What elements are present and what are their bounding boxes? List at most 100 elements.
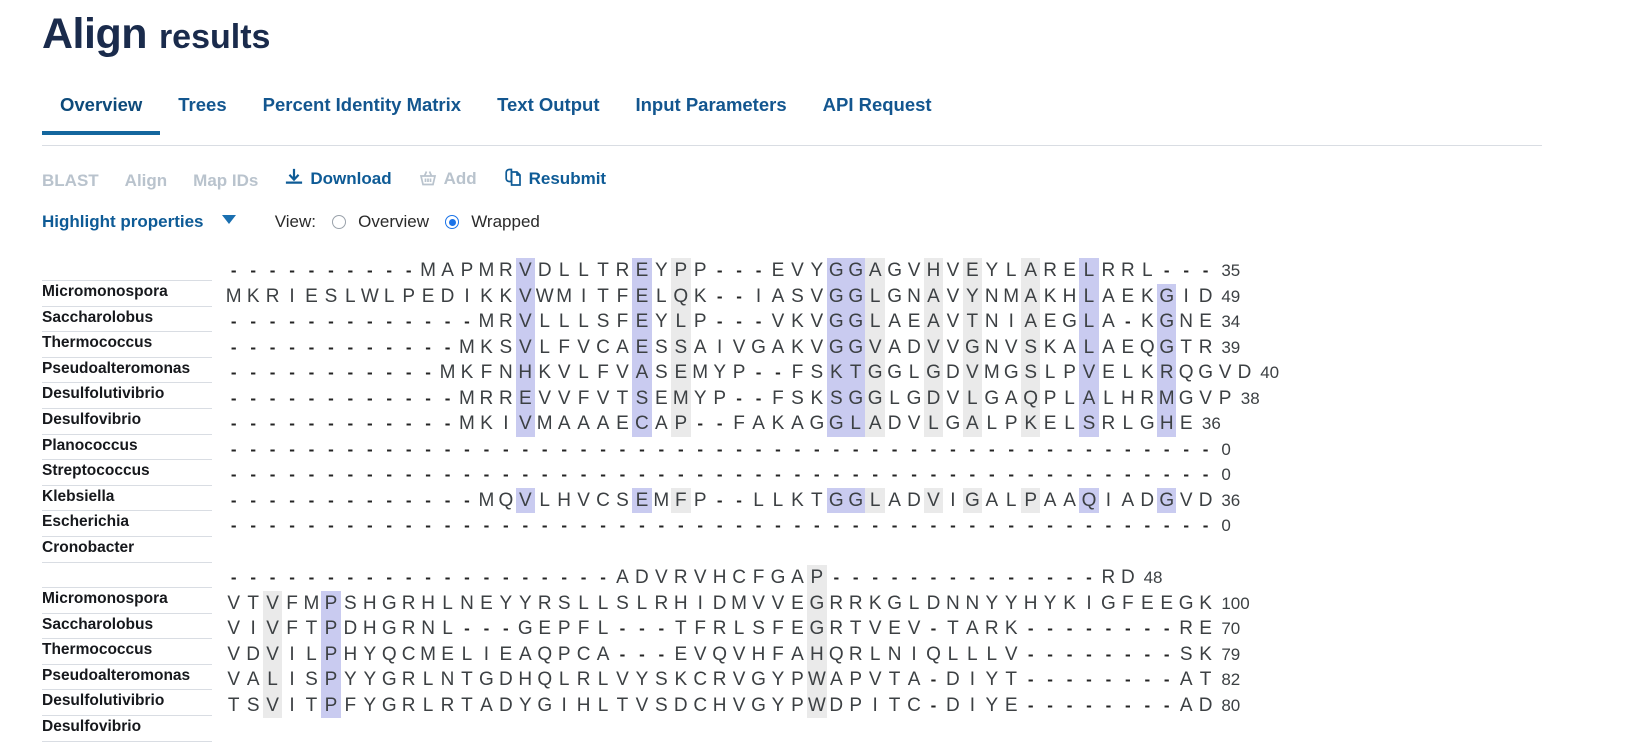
residue: -: [1105, 695, 1112, 715]
organism-label[interactable]: Desulfovibrio: [42, 409, 212, 435]
residue: A: [888, 336, 901, 358]
residue: Y: [713, 362, 726, 383]
residue: -: [230, 363, 237, 382]
sequence-row: -------------MQVLHVCSEMFP--LLKTGGLADVIGA…: [224, 487, 1279, 513]
residue: W: [360, 285, 379, 307]
residue: A: [771, 285, 785, 307]
highlight-properties-dropdown[interactable]: Highlight properties: [42, 212, 237, 232]
tab-percent-identity-matrix[interactable]: Percent Identity Matrix: [245, 88, 479, 134]
copy-document-icon: [503, 168, 523, 193]
residue: Y: [518, 694, 532, 716]
tab-input-parameters[interactable]: Input Parameters: [617, 88, 804, 134]
organism-label[interactable]: Saccharolobus: [42, 307, 212, 333]
organism-label[interactable]: Pseudoalteromonas: [42, 358, 212, 384]
residue: M: [420, 643, 436, 665]
residue: V: [1079, 360, 1099, 386]
alignment-viewer[interactable]: Micromonospora Saccharolobus Thermococcus P…: [0, 258, 1628, 751]
residue: -: [1047, 670, 1053, 689]
residue: -: [289, 568, 295, 587]
residue: -: [697, 516, 704, 535]
radio-view-overview[interactable]: Overview: [332, 212, 429, 232]
residue: V: [557, 362, 571, 383]
residue: -: [328, 388, 334, 408]
organism-label[interactable]: Streptococcus: [42, 460, 212, 486]
organism-label[interactable]: Saccharolobus: [42, 614, 212, 640]
residue: C: [401, 643, 416, 665]
organism-label[interactable]: Desulfolutivibrio: [42, 383, 212, 409]
residue: Q: [1139, 336, 1155, 358]
radio-view-wrapped[interactable]: Wrapped: [445, 212, 540, 232]
organism-label[interactable]: Micromonospora: [42, 280, 212, 307]
organism-label[interactable]: Pseudoalteromonas: [42, 665, 212, 691]
residue: -: [1144, 439, 1151, 459]
sequence-row: ----------------------------------------…: [224, 437, 1279, 463]
organism-label[interactable]: Thermococcus: [42, 639, 212, 665]
residue: D: [537, 260, 552, 281]
resubmit-button[interactable]: Resubmit: [503, 168, 606, 193]
residue: -: [716, 414, 723, 433]
organism-label[interactable]: Thermococcus: [42, 332, 212, 358]
residue: -: [1144, 644, 1151, 664]
organism-label[interactable]: Desulfolutivibrio: [42, 690, 212, 716]
residue: G: [865, 360, 885, 386]
residue: -: [366, 414, 373, 433]
residue: C: [596, 489, 610, 511]
residue: W: [535, 285, 554, 307]
residue: -: [386, 414, 393, 433]
residue: E: [907, 311, 921, 332]
tab-text-output[interactable]: Text Output: [479, 88, 617, 134]
residue: V: [1218, 362, 1232, 383]
residue: -: [1105, 619, 1112, 638]
organism-label[interactable]: Micromonospora: [42, 587, 212, 614]
residue: A: [791, 413, 804, 434]
organism-label[interactable]: Escherichia: [42, 511, 212, 537]
residue: V: [946, 285, 960, 307]
residue: -: [619, 439, 626, 459]
residue: -: [328, 516, 334, 535]
residue: Y: [655, 311, 668, 332]
residue: S: [616, 489, 629, 511]
download-button[interactable]: Download: [284, 168, 392, 193]
organism-label[interactable]: Planococcus: [42, 435, 212, 461]
residue: -: [464, 568, 470, 587]
residue: -: [366, 568, 373, 587]
residue: V: [227, 643, 241, 665]
residue: G: [381, 618, 397, 639]
residue: V: [515, 487, 535, 513]
organism-label[interactable]: Cronobacter: [42, 537, 212, 563]
sequence-row: ----------MAPMRVDLLTREYPP---EVYGGAGVHVEY…: [224, 258, 1279, 284]
tab-bar: Overview Trees Percent Identity Matrix Text…: [42, 88, 1542, 146]
residue: -: [250, 439, 256, 459]
residue: V: [907, 413, 921, 434]
residue: I: [717, 336, 723, 358]
residue: V: [907, 618, 921, 639]
residue: L: [597, 669, 609, 690]
residue: -: [366, 337, 373, 357]
residue: H: [1062, 285, 1077, 307]
residue: -: [833, 465, 840, 484]
organism-label[interactable]: Desulfovibrio: [42, 716, 212, 742]
residue: G: [751, 694, 766, 716]
residue: -: [464, 490, 470, 510]
residue: G: [1157, 309, 1177, 335]
residue: -: [230, 337, 237, 357]
tab-overview[interactable]: Overview: [42, 88, 161, 135]
residue: G: [479, 669, 494, 690]
residue: Q: [926, 643, 941, 665]
tab-trees[interactable]: Trees: [160, 88, 244, 134]
residue: P: [321, 616, 341, 642]
residue: D: [498, 669, 513, 690]
residue: -: [328, 337, 334, 357]
residue: V: [1199, 387, 1212, 409]
residue: -: [444, 337, 451, 357]
residue: P: [732, 362, 746, 383]
residue: M: [459, 387, 475, 409]
residue: -: [969, 465, 976, 484]
residue: G: [1062, 311, 1077, 332]
residue: -: [1027, 439, 1034, 459]
organism-label[interactable]: Klebsiella: [42, 486, 212, 512]
residue: R: [1101, 567, 1116, 588]
residue-count: 39: [1221, 337, 1241, 357]
residue: D: [946, 694, 960, 716]
tab-api-request[interactable]: API Request: [805, 88, 950, 134]
